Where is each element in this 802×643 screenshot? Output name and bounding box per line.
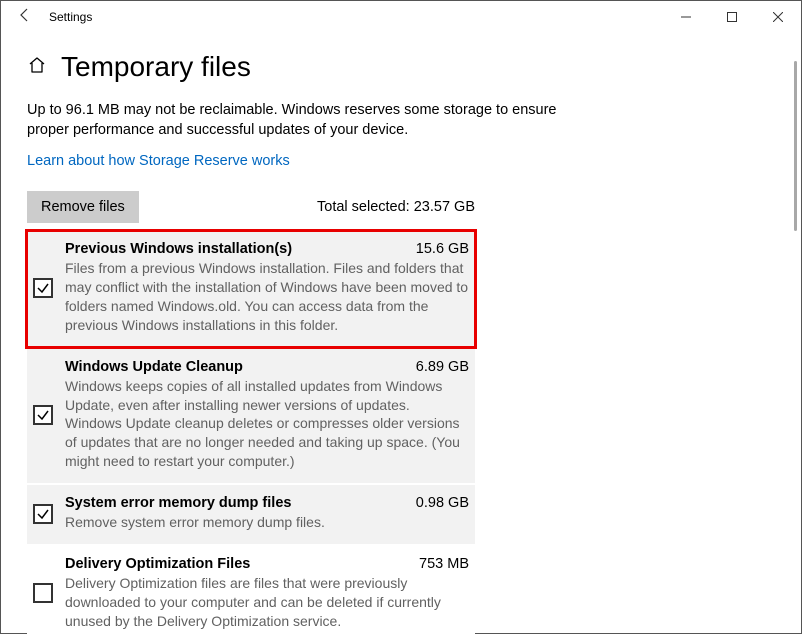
checkbox[interactable] [33, 405, 53, 425]
item-name: System error memory dump files [65, 495, 291, 511]
item-size: 6.89 GB [416, 359, 469, 375]
item-header: Windows Update Cleanup 6.89 GB [65, 359, 469, 375]
storage-reserve-link[interactable]: Learn about how Storage Reserve works [27, 153, 290, 169]
back-button[interactable] [9, 7, 41, 28]
checkbox-column [33, 495, 55, 532]
item-name: Delivery Optimization Files [65, 556, 250, 572]
window-controls [663, 1, 801, 33]
item-description: Remove system error memory dump files. [65, 513, 469, 532]
window-title: Settings [41, 10, 92, 24]
item-description: Delivery Optimization files are files th… [65, 574, 469, 631]
checkbox[interactable] [33, 278, 53, 298]
item-name: Windows Update Cleanup [65, 359, 243, 375]
item-description: Files from a previous Windows installati… [65, 259, 469, 335]
maximize-button[interactable] [709, 1, 755, 33]
item-size: 753 MB [419, 556, 469, 572]
item-body: System error memory dump files 0.98 GB Rem… [65, 495, 469, 532]
total-selected: Total selected: 23.57 GB [317, 199, 475, 215]
item-header: System error memory dump files 0.98 GB [65, 495, 469, 511]
item-header: Previous Windows installation(s) 15.6 GB [65, 241, 469, 257]
minimize-button[interactable] [663, 1, 709, 33]
page-header: Temporary files [27, 51, 775, 83]
total-label: Total selected: [317, 199, 410, 215]
action-row: Remove files Total selected: 23.57 GB [27, 191, 475, 223]
close-button[interactable] [755, 1, 801, 33]
checkbox-column [33, 359, 55, 471]
checkbox-column [33, 556, 55, 631]
list-item[interactable]: Windows Update Cleanup 6.89 GB Windows kee… [27, 349, 475, 483]
home-icon[interactable] [27, 55, 47, 80]
item-body: Previous Windows installation(s) 15.6 GB F… [65, 241, 469, 335]
content-area: Temporary files Up to 96.1 MB may not be… [1, 33, 801, 643]
item-size: 15.6 GB [416, 241, 469, 257]
intro-text: Up to 96.1 MB may not be reclaimable. Wi… [27, 101, 587, 140]
total-value: 23.57 GB [414, 199, 475, 215]
item-description: Windows keeps copies of all installed up… [65, 377, 469, 471]
scrollbar[interactable] [785, 61, 799, 631]
item-name: Previous Windows installation(s) [65, 241, 292, 257]
scrollbar-thumb[interactable] [794, 61, 797, 231]
item-body: Delivery Optimization Files753 MBDeliver… [65, 556, 469, 631]
item-header: Delivery Optimization Files 753 MB [65, 556, 469, 572]
titlebar: Settings [1, 1, 801, 33]
checkbox[interactable] [33, 504, 53, 524]
checkbox-column [33, 241, 55, 335]
list-item[interactable]: Previous Windows installation(s) 15.6 GB F… [27, 231, 475, 347]
list-item[interactable]: System error memory dump files 0.98 GB Rem… [27, 485, 475, 544]
list-item[interactable]: Delivery Optimization Files753 MBDeliver… [27, 546, 475, 643]
page-title: Temporary files [61, 51, 251, 83]
item-body: Windows Update Cleanup 6.89 GB Windows kee… [65, 359, 469, 471]
checkbox[interactable] [33, 583, 53, 603]
remove-files-button[interactable]: Remove files [27, 191, 139, 223]
file-list: Previous Windows installation(s) 15.6 GB F… [27, 231, 475, 643]
item-size: 0.98 GB [416, 495, 469, 511]
